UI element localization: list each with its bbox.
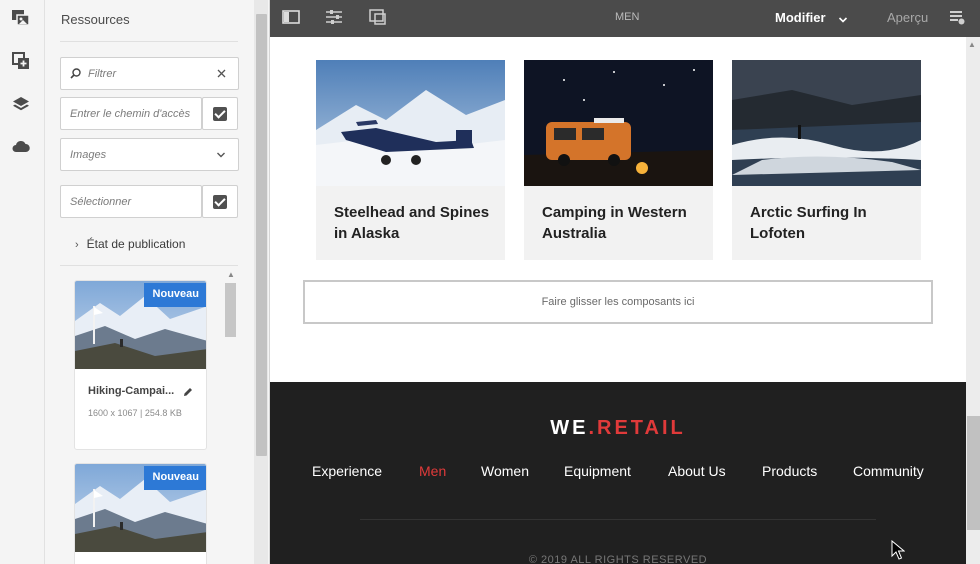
publication-state-toggle[interactable]: › État de publication <box>75 237 185 251</box>
asset-name: Hiking-Campai... <box>88 385 175 397</box>
new-badge: Nouveau <box>143 466 206 490</box>
layers-icon[interactable] <box>12 95 30 113</box>
article-card[interactable]: Steelhead and Spines in Alaska <box>316 60 505 260</box>
card-title[interactable]: Camping in Western Australia <box>542 202 702 244</box>
card-title[interactable]: Steelhead and Spines in Alaska <box>334 202 494 244</box>
emulator-icon[interactable] <box>369 9 387 27</box>
footer-nav-experience[interactable]: Experience <box>312 463 382 479</box>
footer-nav-products[interactable]: Products <box>762 463 817 479</box>
select-field[interactable]: Sélectionner <box>60 185 202 218</box>
page-info-icon[interactable] <box>949 9 967 27</box>
select-picker-button[interactable] <box>202 185 238 218</box>
editor-toolbar: MEN Modifier Aperçu <box>270 0 980 37</box>
card-title[interactable]: Arctic Surfing In Lofoten <box>750 202 910 244</box>
path-field[interactable]: Entrer le chemin d'accès <box>60 97 202 130</box>
scroll-up-arrow[interactable]: ▲ <box>968 40 976 49</box>
site-footer: WE.RETAIL Experience Men Women Equipment… <box>270 382 966 564</box>
components-icon[interactable] <box>12 52 30 70</box>
footer-nav-equipment[interactable]: Equipment <box>564 463 631 479</box>
page-title: MEN <box>615 11 640 23</box>
new-badge: Nouveau <box>143 283 206 307</box>
asset-list-scrollbar[interactable] <box>225 283 236 337</box>
divider <box>60 41 238 42</box>
path-picker-button[interactable] <box>202 97 238 130</box>
assets-icon[interactable] <box>12 9 30 27</box>
chevron-down-icon[interactable] <box>838 12 848 23</box>
logo-text: WE <box>550 417 589 439</box>
site-logo[interactable]: WE.RETAIL <box>270 417 966 440</box>
publication-state-label: État de publication <box>86 237 186 251</box>
divider <box>360 519 876 520</box>
select-input[interactable]: Sélectionner <box>61 196 201 208</box>
logo-text-retail: RETAIL <box>597 417 686 439</box>
asset-thumbnail: Nouveau <box>75 464 206 552</box>
page-canvas: Steelhead and Spines in Alaska Camping i… <box>270 37 966 564</box>
footer-nav-community[interactable]: Community <box>853 463 924 479</box>
article-card[interactable]: Arctic Surfing In Lofoten <box>732 60 921 260</box>
app: Ressources Filtrer Entrer le chemin d'ac… <box>0 0 980 564</box>
properties-icon[interactable] <box>325 9 343 27</box>
copyright: © 2019 ALL RIGHTS RESERVED <box>528 554 708 564</box>
asset-meta: 1600 x 1067 | 254.8 KB <box>88 408 182 418</box>
chevron-down-icon <box>216 150 226 160</box>
card-image-surf <box>732 60 921 186</box>
asset-card[interactable]: Nouveau <box>74 463 207 564</box>
panel-scrollbar-thumb[interactable] <box>256 14 267 456</box>
filter-field[interactable]: Filtrer <box>60 57 239 90</box>
toggle-sidepanel-icon[interactable] <box>282 9 300 27</box>
assets-panel: Ressources Filtrer Entrer le chemin d'ac… <box>45 0 270 564</box>
footer-nav-men[interactable]: Men <box>419 463 446 479</box>
logo-dot: . <box>588 417 598 439</box>
asset-type-select[interactable]: Images <box>60 138 239 171</box>
footer-nav-about-us[interactable]: About Us <box>668 463 726 479</box>
cloud-icon[interactable] <box>12 137 30 155</box>
asset-card[interactable]: Nouveau Hiking-Campai... 1600 x 1067 | 2… <box>74 280 207 450</box>
preview-button[interactable]: Aperçu <box>887 10 928 25</box>
divider <box>60 265 238 266</box>
page-scrollbar-thumb[interactable] <box>967 416 980 530</box>
mouse-cursor-icon <box>891 539 906 560</box>
filter-input[interactable]: Filtrer <box>81 68 217 80</box>
pencil-icon[interactable] <box>182 385 194 397</box>
article-card[interactable]: Camping in Western Australia <box>524 60 713 260</box>
checkbox-icon <box>213 194 227 209</box>
card-image-plane <box>316 60 505 186</box>
clear-icon[interactable] <box>217 69 226 78</box>
asset-type-value: Images <box>70 148 107 161</box>
checkbox-icon <box>213 106 227 121</box>
component-dropzone[interactable]: Faire glisser les composants ici <box>303 280 933 324</box>
footer-nav-women[interactable]: Women <box>481 463 529 479</box>
mode-selector[interactable]: Modifier <box>775 10 826 25</box>
asset-thumbnail: Nouveau <box>75 281 206 369</box>
search-icon <box>70 68 81 79</box>
path-input[interactable]: Entrer le chemin d'accès <box>61 108 201 120</box>
chevron-right-icon: › <box>75 239 79 251</box>
panel-title: Ressources <box>61 12 130 27</box>
side-rail <box>0 0 45 564</box>
scroll-up-arrow[interactable]: ▲ <box>226 270 236 280</box>
card-image-camping <box>524 60 713 186</box>
